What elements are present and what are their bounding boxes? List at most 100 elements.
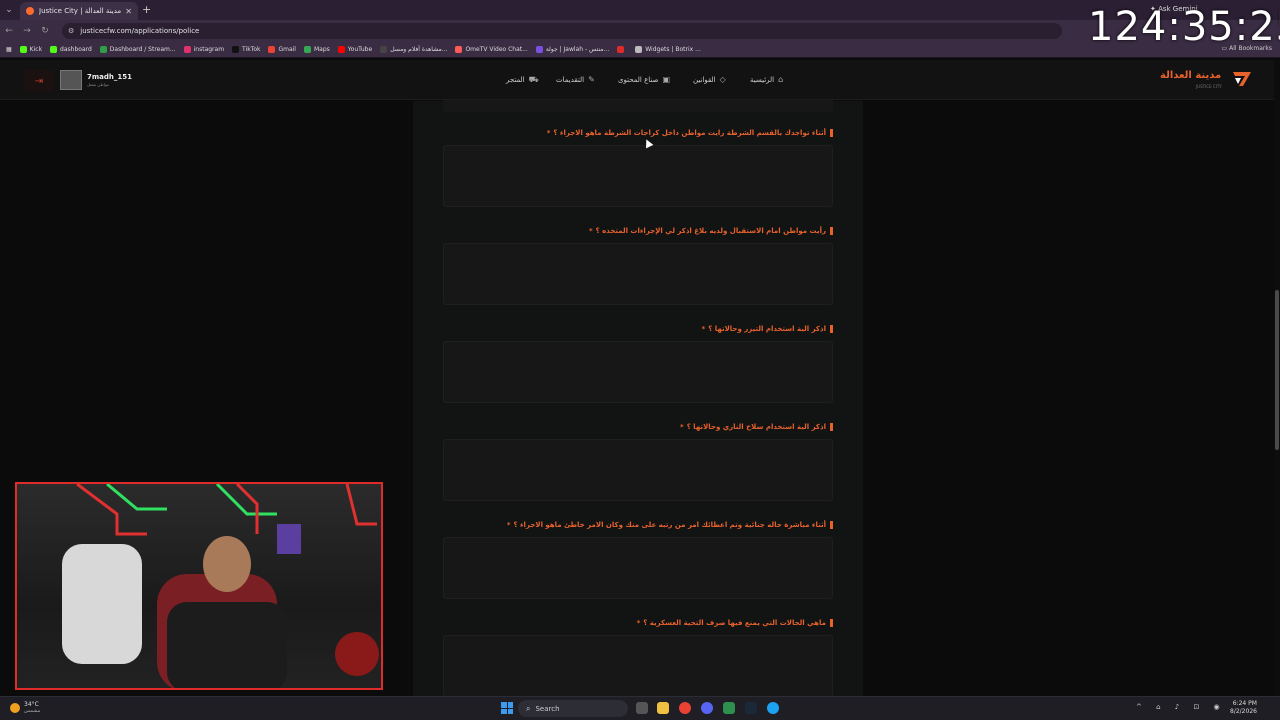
- bookmark-item[interactable]: مشاهدة أفلام ومسل...: [380, 46, 447, 53]
- user-name: 7madh_151: [87, 73, 132, 81]
- bookmark-favicon-icon: [50, 46, 58, 53]
- question-label: ماهي الحالات التي يمنع فيها صرف التحية ا…: [637, 619, 833, 627]
- nav-item[interactable]: الرئيسية ⌂: [750, 75, 783, 84]
- bookmark-favicon-icon: [183, 46, 191, 53]
- bookmark-item[interactable]: instagram: [183, 46, 225, 53]
- apps-icon[interactable]: ▦: [6, 46, 12, 53]
- accent-bar: [830, 521, 833, 529]
- bookmark-item[interactable]: Maps: [303, 46, 330, 53]
- bookmark-label: Maps: [313, 46, 330, 53]
- question-text: اذكر الية استخدام سلاح الناري وحالاتها ؟: [686, 423, 826, 431]
- bookmark-label: YouTube: [347, 46, 373, 53]
- bookmark-item[interactable]: Dashboard / Stream...: [99, 46, 176, 53]
- reload-icon[interactable]: ↻: [36, 26, 54, 36]
- bookmark-item[interactable]: Widgets | Botrix ...: [635, 46, 701, 53]
- new-tab-icon[interactable]: +: [142, 3, 151, 16]
- discord-icon[interactable]: [701, 702, 713, 714]
- url-field[interactable]: ⚙ justicecfw.com/applications/police: [62, 23, 1062, 39]
- windows-taskbar: 34°C مشمس ⌕ Search ^ ⌂ ♪ ⊡ ◉ 6:24 PM 8/2…: [0, 696, 1280, 720]
- bookmark-item[interactable]: dashboard: [50, 46, 92, 53]
- weather-temp: 34°C: [24, 701, 39, 708]
- bookmark-item[interactable]: Kick: [19, 46, 42, 53]
- answer-textarea[interactable]: [443, 341, 833, 403]
- answer-textarea[interactable]: [443, 145, 833, 207]
- bookmark-favicon-icon: [380, 46, 388, 53]
- accent-bar: [830, 129, 833, 137]
- url-text: justicecfw.com/applications/police: [80, 27, 200, 35]
- accent-bar: [830, 619, 833, 627]
- nav-item[interactable]: صناع المحتوى ▣: [618, 75, 670, 84]
- bookmark-label: instagram: [193, 46, 225, 53]
- close-tab-icon[interactable]: ✕: [125, 7, 132, 16]
- site-logo-text[interactable]: مدينة العدالة: [1160, 70, 1221, 81]
- accent-bar: [830, 227, 833, 235]
- nav-item[interactable]: القوانين ◇: [693, 75, 726, 84]
- weather-widget[interactable]: 34°C مشمس: [10, 701, 40, 714]
- required-marker: *: [589, 227, 593, 235]
- start-button[interactable]: [501, 702, 513, 714]
- system-tray[interactable]: ^ ⌂ ♪ ⊡ ◉: [1136, 703, 1226, 711]
- answer-textarea[interactable]: [443, 537, 833, 599]
- back-icon[interactable]: ←: [0, 26, 18, 36]
- question-label: اذكر الية استخدام التيزر وحالاتها ؟ *: [702, 325, 833, 333]
- bookmark-item[interactable]: [617, 46, 627, 53]
- date-text: 8/2/2026: [1230, 708, 1257, 715]
- nav-item-label: التقديمات: [556, 75, 585, 84]
- nav-item[interactable]: التقديمات ✎: [556, 75, 595, 84]
- accent-bar: [830, 423, 833, 431]
- question-label: اذكر الية استخدام سلاح الناري وحالاتها ؟…: [680, 423, 833, 431]
- question-text: رأيت مواطن امام الاستقبال ولديه بلاغ اذك…: [595, 227, 826, 235]
- logout-button[interactable]: ⇥: [24, 70, 54, 92]
- home-icon: ⌂: [778, 75, 784, 84]
- taskbar-search[interactable]: ⌕ Search: [518, 700, 628, 717]
- bookmark-item[interactable]: YouTube: [337, 46, 373, 53]
- question-label: أثناء تواجدك بالقسم الشرطة رايت مواطن دا…: [547, 129, 833, 137]
- forward-icon[interactable]: →: [18, 26, 36, 36]
- site-logo-subtitle: JUSTICE CITY: [1196, 84, 1222, 89]
- file-explorer-icon[interactable]: [657, 702, 669, 714]
- previous-answer-field[interactable]: [443, 100, 833, 112]
- bookmark-label: Gmail: [278, 46, 296, 53]
- browser-tab[interactable]: Justice City | مدينة العدالة ✕: [20, 2, 138, 20]
- bookmark-label: جولة | Jawlah - منتس...: [545, 46, 610, 53]
- bookmark-favicon-icon: [635, 46, 643, 53]
- nav-item-label: القوانين: [693, 75, 716, 84]
- bookmark-item[interactable]: TikTok: [232, 46, 260, 53]
- site-info-icon[interactable]: ⚙: [68, 27, 74, 35]
- answer-textarea[interactable]: [443, 635, 833, 697]
- bookmark-item[interactable]: جولة | Jawlah - منتس...: [535, 46, 610, 53]
- scrollbar-thumb[interactable]: [1275, 290, 1279, 450]
- answer-textarea[interactable]: [443, 243, 833, 305]
- required-marker: *: [546, 129, 551, 137]
- required-marker: *: [506, 521, 511, 529]
- bookmark-favicon-icon: [535, 46, 543, 53]
- required-marker: *: [680, 423, 684, 431]
- favicon-icon: [26, 7, 34, 15]
- justice-city-logo-icon[interactable]: [1231, 70, 1253, 88]
- video-icon: ▣: [662, 75, 671, 84]
- answer-textarea[interactable]: [443, 439, 833, 501]
- avatar[interactable]: [60, 70, 82, 90]
- nav-item-label: صناع المحتوى: [618, 75, 659, 84]
- accent-bar: [830, 325, 833, 333]
- bookmark-favicon-icon: [303, 46, 311, 53]
- bookmark-item[interactable]: Gmail: [268, 46, 296, 53]
- bookmark-item[interactable]: OmeTV Video Chat...: [455, 46, 528, 53]
- nav-item[interactable]: المتجر ⛟: [506, 75, 539, 85]
- steam-icon[interactable]: [745, 702, 757, 714]
- task-view-icon[interactable]: [636, 702, 648, 714]
- bookmark-label: Dashboard / Stream...: [109, 46, 176, 53]
- clock[interactable]: 6:24 PM 8/2/2026: [1230, 700, 1257, 716]
- question-label: أثناء مباشرة حاله جنائية وتم اعطائك امر …: [507, 521, 833, 529]
- tab-search-icon[interactable]: ⌄: [0, 0, 18, 20]
- chrome-icon[interactable]: [679, 702, 691, 714]
- webcam-overlay: [15, 482, 383, 690]
- required-marker: *: [636, 619, 641, 627]
- edge-icon[interactable]: [767, 702, 779, 714]
- edit-icon: ✎: [588, 75, 595, 84]
- bookmark-favicon-icon: [268, 46, 276, 53]
- app-icon[interactable]: [723, 702, 735, 714]
- bookmark-label: Widgets | Botrix ...: [645, 46, 701, 53]
- time-text: 6:24 PM: [1232, 700, 1257, 707]
- bookmark-favicon-icon: [337, 46, 345, 53]
